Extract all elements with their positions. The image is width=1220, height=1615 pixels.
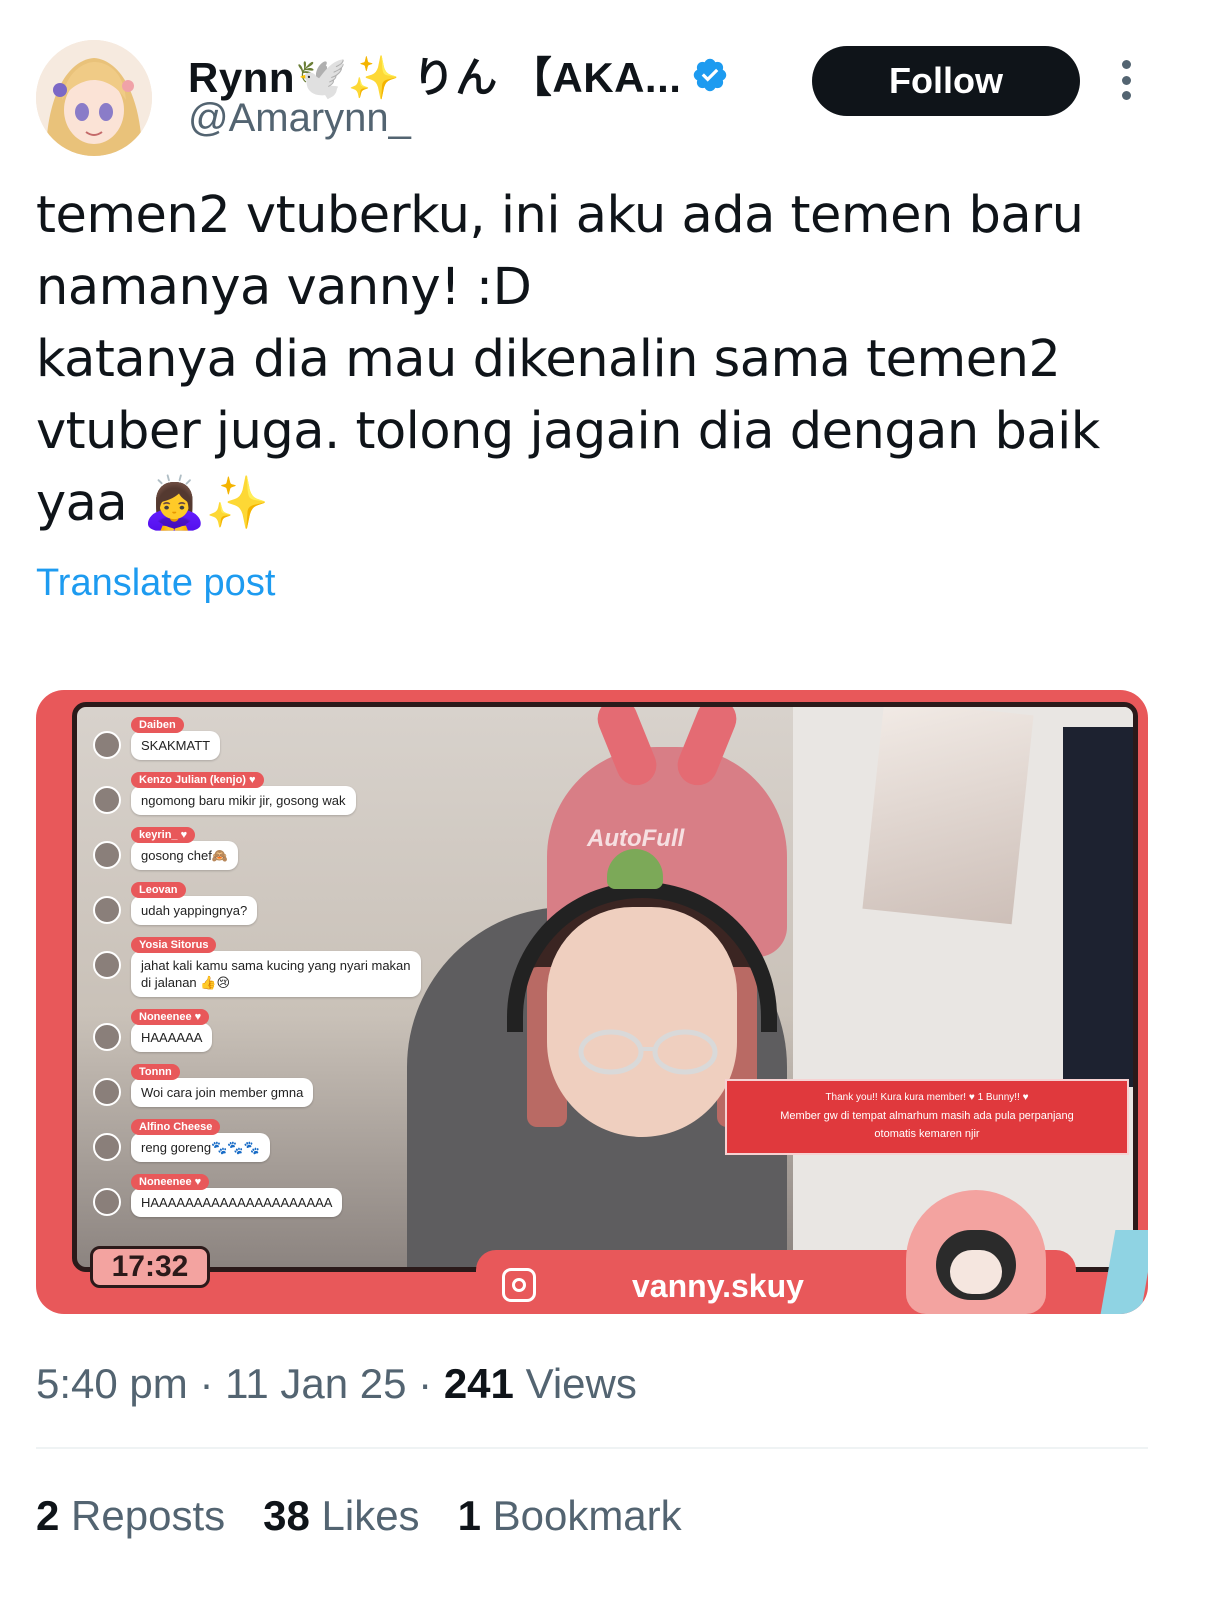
chat-message: keyrin_ ♥ gosong chef🙈: [87, 825, 427, 870]
chat-text: SKAKMATT: [131, 731, 221, 760]
author-avatar[interactable]: [36, 40, 152, 156]
chat-avatar: [93, 951, 121, 979]
views-label: Views: [525, 1360, 637, 1407]
chat-avatar: [93, 1078, 121, 1106]
wall-poster: [862, 707, 1034, 925]
chat-message: Noneenee ♥ HAAAAAA: [87, 1007, 427, 1052]
chat-text: reng goreng🐾🐾🐾: [131, 1133, 270, 1162]
chat-username: Noneenee ♥: [131, 1174, 210, 1190]
more-options-icon[interactable]: [1112, 60, 1140, 100]
author-handle[interactable]: @Amarynn_: [188, 96, 411, 141]
dark-wall-panel: [1063, 727, 1133, 1087]
chat-text: jahat kali kamu sama kucing yang nyari m…: [131, 951, 421, 997]
reposts-count: 2: [36, 1492, 60, 1539]
chat-text: udah yappingnya?: [131, 896, 258, 925]
likes-label: Likes: [321, 1492, 420, 1539]
chat-avatar: [93, 896, 121, 924]
chat-text: HAAAAAA: [131, 1023, 213, 1052]
instagram-icon: [502, 1268, 536, 1302]
chat-message: Yosia Sitorus jahat kali kamu sama kucin…: [87, 935, 427, 997]
reposts-stat[interactable]: 2 Reposts: [36, 1492, 225, 1540]
chat-message: Noneenee ♥ HAAAAAAAAAAAAAAAAAAAAA: [87, 1172, 427, 1217]
verified-badge-icon: [694, 58, 727, 91]
chat-text: Woi cara join member gmna: [131, 1078, 314, 1107]
chat-username: Alfino Cheese: [131, 1119, 221, 1135]
views-count: 241: [443, 1360, 514, 1407]
likes-count: 38: [263, 1492, 310, 1539]
chat-avatar: [93, 841, 121, 869]
follow-button[interactable]: Follow: [812, 46, 1080, 116]
chat-text: ngomong baru mikir jir, gosong wak: [131, 786, 356, 815]
chat-text: gosong chef🙈: [131, 841, 239, 870]
chat-message: Kenzo Julian (kenjo) ♥ ngomong baru miki…: [87, 770, 427, 815]
chat-text: HAAAAAAAAAAAAAAAAAAAAA: [131, 1188, 343, 1217]
chat-username: Tonnn: [131, 1064, 180, 1080]
chat-message: Leovan udah yappingnya?: [87, 880, 427, 925]
chat-avatar: [93, 1023, 121, 1051]
chat-username: Yosia Sitorus: [131, 937, 217, 953]
post-media-image[interactable]: AutoFull Daiben SKAKMATT Kenzo Julian (k…: [36, 690, 1148, 1314]
chat-message: Alfino Cheese reng goreng🐾🐾🐾: [87, 1117, 427, 1162]
post-time[interactable]: 5:40 pm: [36, 1360, 188, 1407]
chat-username: keyrin_ ♥: [131, 827, 196, 843]
likes-stat[interactable]: 38 Likes: [263, 1492, 419, 1540]
chat-username: Leovan: [131, 882, 186, 898]
post-date[interactable]: 11 Jan 25: [225, 1360, 406, 1407]
bookmarks-count: 1: [457, 1492, 481, 1539]
chat-avatar: [93, 1188, 121, 1216]
glasses-icon: [578, 1029, 718, 1075]
chat-avatar: [93, 786, 121, 814]
channel-name: vanny.skuy: [632, 1268, 804, 1304]
member-alert: Thank you!! Kura kura member! ♥ 1 Bunny!…: [725, 1079, 1129, 1155]
chat-avatar: [93, 731, 121, 759]
chat-username: Kenzo Julian (kenjo) ♥: [131, 772, 264, 788]
translate-post-link[interactable]: Translate post: [36, 562, 275, 605]
chat-username: Daiben: [131, 717, 184, 733]
stream-timer: 17:32: [90, 1246, 210, 1288]
meta-separator: ·: [418, 1360, 433, 1407]
post-meta: 5:40 pm · 11 Jan 25 · 241 Views: [36, 1360, 637, 1408]
reposts-label: Reposts: [71, 1492, 226, 1539]
stream-chat: Daiben SKAKMATT Kenzo Julian (kenjo) ♥ n…: [87, 715, 427, 1227]
member-alert-message-cont: otomatis kemaren njir: [874, 1128, 980, 1140]
bookmarks-label: Bookmark: [492, 1492, 682, 1539]
member-alert-message: Member gw di tempat almarhum masih ada p…: [780, 1110, 1074, 1122]
chat-message: Tonnn Woi cara join member gmna: [87, 1062, 427, 1107]
chat-message: Daiben SKAKMATT: [87, 715, 427, 760]
chat-avatar: [93, 1133, 121, 1161]
post-text: temen2 vtuberku, ini aku ada temen baru …: [36, 186, 1100, 533]
mascot-face-inner: [950, 1250, 1002, 1294]
member-alert-title: Thank you!! Kura kura member! ♥ 1 Bunny!…: [825, 1092, 1029, 1103]
divider: [36, 1447, 1148, 1449]
post-stats: 2 Reposts 38 Likes 1 Bookmark: [36, 1492, 682, 1540]
stream-screenshot: AutoFull Daiben SKAKMATT Kenzo Julian (k…: [72, 702, 1138, 1272]
chat-username: Noneenee ♥: [131, 1009, 210, 1025]
bookmarks-stat[interactable]: 1 Bookmark: [458, 1492, 682, 1540]
meta-separator: ·: [199, 1360, 214, 1407]
